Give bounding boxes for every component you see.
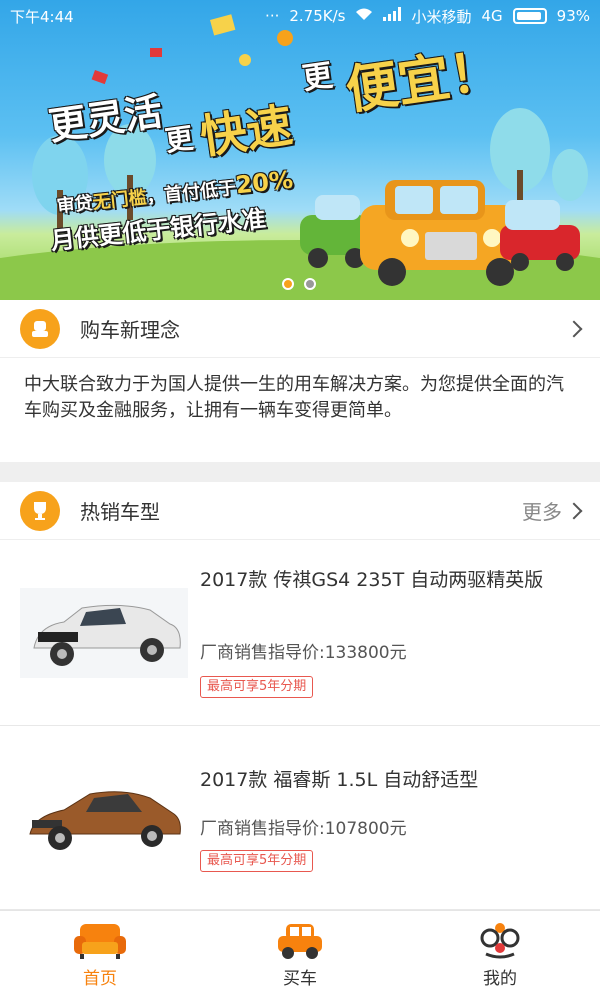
section-divider <box>0 462 600 482</box>
tab-home-label: 首页 <box>83 969 117 989</box>
status-battery-percent: 93% <box>556 7 590 25</box>
bottom-tab-bar: 首页 买车 我的 <box>0 910 600 1000</box>
status-time: 下午4:44 <box>10 7 74 26</box>
signal-icon <box>383 7 402 25</box>
banner-subline-1-percent: 20% <box>234 165 295 200</box>
banner-subline-1-highlight: 无门槛 <box>91 187 148 214</box>
banner-scenery-illustration <box>0 14 600 300</box>
concept-title: 购车新理念 <box>80 318 180 342</box>
carousel-indicator[interactable] <box>304 278 316 290</box>
promo-banner[interactable]: 下午4:44 ··· 2.75K/s 小米移動 4G 93% 更灵活 更 快速 … <box>0 0 600 300</box>
trophy-icon <box>20 490 60 531</box>
carousel-indicator-active[interactable] <box>282 278 294 290</box>
status-bar: 下午4:44 ··· 2.75K/s 小米移動 4G 93% <box>0 0 600 32</box>
car-icon <box>278 924 322 959</box>
status-dots: ··· <box>265 7 280 25</box>
installment-badge: 最高可享5年分期 <box>200 850 314 872</box>
concept-section-header[interactable]: 购车新理念 <box>0 300 600 358</box>
status-network-speed: 2.75K/s <box>289 7 346 25</box>
car-title: 2017款 传祺GS4 235T 自动两驱精英版 <box>200 569 544 591</box>
installment-badge: 最高可享5年分期 <box>200 676 314 698</box>
tab-home[interactable]: 首页 <box>0 911 200 1000</box>
banner-subline-1-prefix: 审贷 <box>55 192 94 218</box>
more-label: 更多 <box>522 500 562 524</box>
chevron-right-icon <box>565 502 583 519</box>
tab-buy-car-label: 买车 <box>283 969 317 989</box>
chevron-right-icon <box>565 320 583 337</box>
car-image <box>20 588 188 678</box>
wifi-icon <box>355 7 373 25</box>
tab-mine-label: 我的 <box>483 969 517 989</box>
more-link[interactable]: 更多 <box>522 496 583 525</box>
battery-icon <box>512 8 547 24</box>
banner-slogan-4: 更 <box>300 58 335 97</box>
sofa-icon <box>74 924 126 959</box>
banner-slogan-3: 快速 <box>197 97 296 165</box>
concept-description: 中大联合致力于为国人提供一生的用车解决方案。为您提供全面的汽车购买及金融服务，让… <box>24 374 564 421</box>
status-carrier: 小米移動 <box>411 7 472 26</box>
list-item[interactable]: 2017款 传祺GS4 235T 自动两驱精英版 厂商销售指导价:133800元… <box>0 540 600 726</box>
concept-arrow[interactable] <box>565 320 583 337</box>
car-image <box>29 791 181 850</box>
hot-models-header: 热销车型 更多 <box>0 482 600 540</box>
list-item[interactable]: 2017款 福睿斯 1.5L 自动舒适型 厂商销售指导价:107800元 最高可… <box>0 726 600 910</box>
tab-buy-car[interactable]: 买车 <box>200 911 400 1000</box>
car-title: 2017款 福睿斯 1.5L 自动舒适型 <box>200 769 479 791</box>
trophy-hand-icon <box>20 308 60 349</box>
car-price: 厂商销售指导价:133800元 <box>200 643 407 663</box>
tab-mine[interactable]: 我的 <box>400 911 600 1000</box>
banner-slogan-2: 更 <box>163 121 196 158</box>
mask-glasses-icon <box>480 923 520 959</box>
status-network-type: 4G <box>481 7 503 25</box>
car-price: 厂商销售指导价:107800元 <box>200 819 407 839</box>
hot-models-title: 热销车型 <box>80 500 160 524</box>
